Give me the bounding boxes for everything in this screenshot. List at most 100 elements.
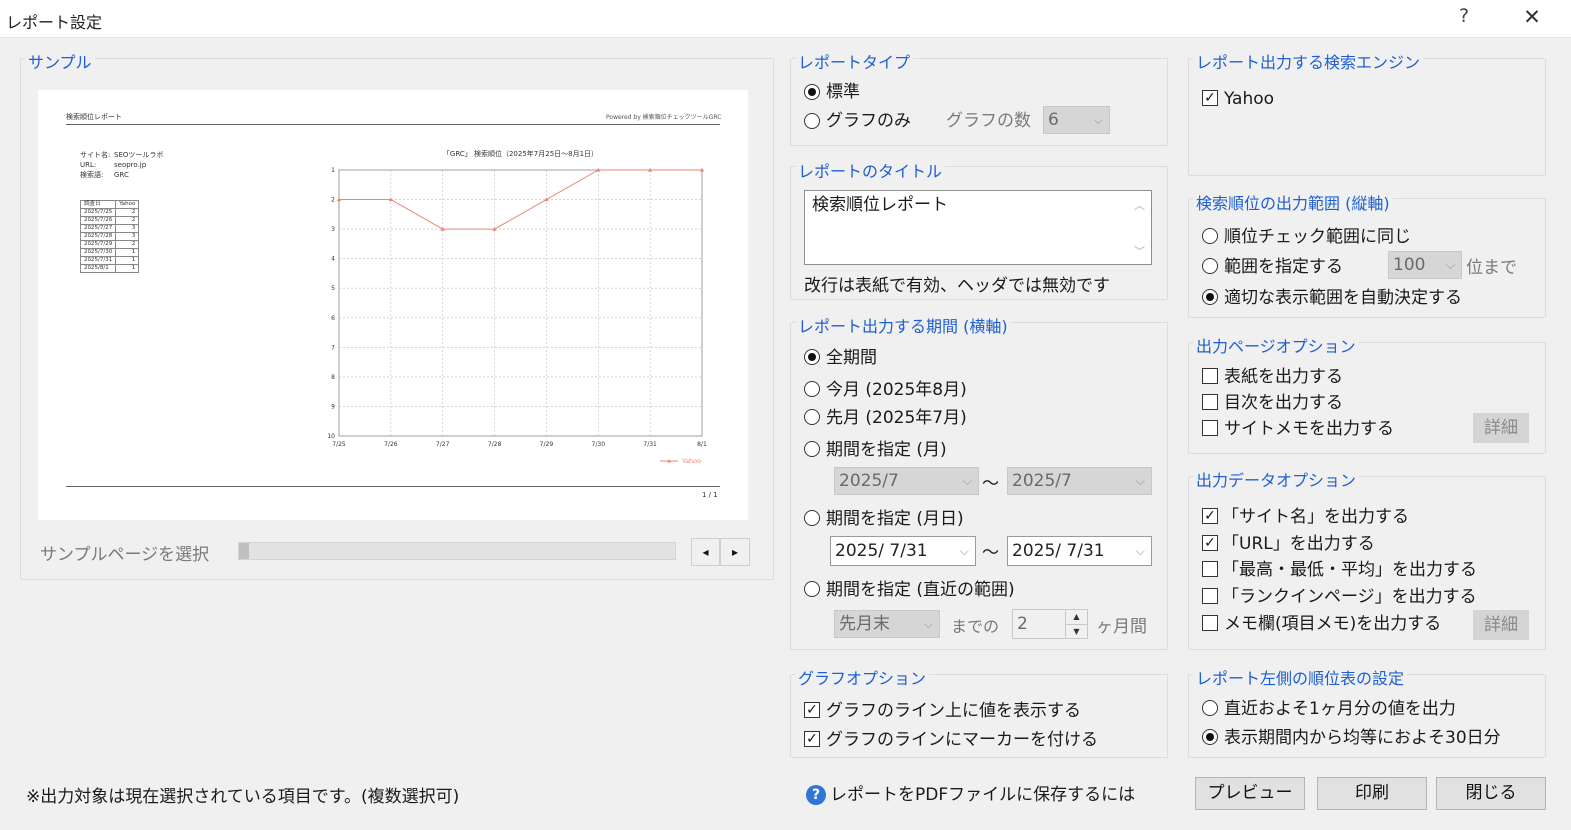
chevron-down-icon: ⌵ (1135, 544, 1145, 558)
chevron-down-icon: ⌵ (923, 617, 933, 631)
graph-only-label: グラフのみ (826, 111, 911, 131)
mini-table-row: 2025/7/30 1 (79, 248, 140, 257)
mini-table-header: Yahoo (115, 200, 140, 209)
radio-by-day[interactable] (804, 510, 820, 526)
month-to-select[interactable]: 2025/7 ⌵ (1007, 467, 1152, 495)
preview-button[interactable]: プレビュー (1195, 777, 1305, 810)
sample-prev-button[interactable]: ◂ (691, 538, 720, 566)
mini-table-cell: 1 (115, 256, 140, 265)
stepper-up-icon[interactable]: ▲ (1065, 610, 1087, 624)
title-bar: レポート設定 ? ✕ (0, 0, 1571, 38)
pdf-help-link[interactable]: レポートをPDFファイルに保存するには (830, 784, 1135, 806)
scroll-down-icon[interactable]: ﹀ (1134, 243, 1145, 259)
y-tick-label: 1 (331, 167, 335, 174)
checkbox-show-values[interactable]: ✓ (804, 702, 820, 718)
chart-title: 「GRC」 検索順位（2025年7月25日～8月1日） (443, 149, 598, 158)
scroll-up-icon[interactable]: ︿ (1134, 197, 1145, 213)
y-tick-label: 4 (331, 256, 335, 263)
page-options-label: 出力ページオプション (1193, 337, 1359, 357)
mini-table-header: 調査日 (79, 200, 117, 209)
print-button[interactable]: 印刷 (1317, 777, 1427, 810)
rank-auto-label: 適切な表示範囲を自動決定する (1224, 288, 1462, 308)
stepper-down-icon[interactable]: ▼ (1065, 624, 1087, 638)
rank-same-label: 順位チェック範囲に同じ (1224, 227, 1411, 247)
month-tilde: ～ (982, 474, 999, 494)
toc-label: 目次を出力する (1224, 393, 1343, 413)
data-detail-button[interactable]: 詳細 (1473, 610, 1529, 640)
rank-unit-label: 位まで (1466, 258, 1517, 278)
mini-table-header-row: 調査日 Yahoo (79, 200, 140, 209)
y-tick-label: 7 (331, 344, 335, 351)
show-values-label: グラフのライン上に値を表示する (826, 701, 1081, 721)
mini-table-cell: 2025/7/28 (79, 232, 117, 241)
checkbox-memo[interactable] (1202, 615, 1218, 631)
report-title-label: レポートのタイトル (795, 162, 946, 182)
y-tick-label: 8 (331, 374, 335, 381)
help-icon[interactable]: ? (1452, 5, 1476, 27)
scrollbar-thumb[interactable] (239, 543, 249, 559)
radio-even-30[interactable] (1202, 729, 1218, 745)
period-label: レポート出力する期間 (横軸) (795, 317, 1011, 337)
recent-base-select[interactable]: 先月末 ⌵ (834, 610, 940, 638)
checkbox-show-markers[interactable]: ✓ (804, 731, 820, 747)
month-from-select[interactable]: 2025/7 ⌵ (834, 467, 979, 495)
radio-graph-only[interactable] (804, 113, 820, 129)
checkbox-site-name[interactable]: ✓ (1202, 508, 1218, 524)
page-detail-button[interactable]: 詳細 (1473, 413, 1529, 443)
checkbox-cover[interactable] (1202, 368, 1218, 384)
mini-table-cell: 2025/7/25 (79, 208, 117, 217)
mini-table-cell: 2 (115, 208, 140, 217)
help-circle-icon[interactable]: ? (806, 785, 826, 805)
radio-all-period[interactable] (804, 349, 820, 365)
preview-footer-line (66, 486, 720, 487)
radio-rank-same[interactable] (1202, 228, 1218, 244)
checkbox-url[interactable]: ✓ (1202, 535, 1218, 551)
graph-count-select[interactable]: 6 ⌵ (1043, 106, 1110, 134)
radio-recent[interactable] (804, 581, 820, 597)
mini-table-row: 2025/7/29 2 (79, 240, 140, 249)
high-low-avg-label: 「最高・最低・平均」を出力する (1222, 560, 1477, 580)
mini-table-row: 2025/7/31 1 (79, 256, 140, 265)
day-from-picker[interactable]: 2025/ 7/31 ⌵ (830, 536, 976, 566)
rank-specify-select[interactable]: 100 ⌵ (1388, 251, 1462, 279)
radio-rank-auto[interactable] (1202, 289, 1218, 305)
mini-table-cell: 1 (115, 248, 140, 257)
y-tick-label: 6 (331, 315, 335, 322)
checkbox-site-memo[interactable] (1202, 420, 1218, 436)
sample-page-scrollbar[interactable] (238, 542, 676, 560)
radio-by-month[interactable] (804, 441, 820, 457)
report-title-textarea[interactable]: 検索順位レポート ︿ ﹀ (804, 190, 1152, 265)
url-label: 「URL」を出力する (1222, 534, 1375, 554)
checkbox-yahoo[interactable]: ✓ (1202, 90, 1218, 106)
checkbox-rank-in-page[interactable] (1202, 588, 1218, 604)
close-icon[interactable]: ✕ (1518, 5, 1546, 29)
mini-table-cell: 2025/7/26 (79, 216, 117, 225)
x-tick-label: 7/26 (384, 441, 398, 448)
mini-table-row: 2025/7/25 2 (79, 208, 140, 217)
x-tick-label: 7/28 (488, 441, 502, 448)
engines-label: レポート出力する検索エンジン (1193, 53, 1424, 73)
mini-table-cell: 2 (115, 216, 140, 225)
title-note: 改行は表紙で有効、ヘッダでは無効です (804, 276, 1110, 296)
radio-standard[interactable] (804, 84, 820, 100)
checkbox-toc[interactable] (1202, 394, 1218, 410)
radio-recent-month[interactable] (1202, 700, 1218, 716)
mini-table-cell: 2025/7/29 (79, 240, 117, 249)
radio-this-month[interactable] (804, 381, 820, 397)
sample-next-button[interactable]: ▸ (720, 538, 750, 566)
show-markers-label: グラフのラインにマーカーを付ける (826, 730, 1098, 750)
mini-table-cell: 2025/8/1 (79, 264, 117, 273)
radio-last-month[interactable] (804, 409, 820, 425)
x-tick-label: 7/29 (540, 441, 554, 448)
months-stepper[interactable]: 2 ▲ ▼ (1012, 609, 1088, 639)
standard-label: 標準 (826, 82, 860, 102)
site-memo-label: サイトメモを出力する (1224, 419, 1394, 439)
legend-label: Yahoo (681, 457, 701, 465)
radio-rank-specify[interactable] (1202, 258, 1218, 274)
close-button[interactable]: 閉じる (1436, 777, 1546, 810)
y-tick-label: 10 (327, 433, 335, 440)
footer-note: ※出力対象は現在選択されている項目です。(複数選択可) (26, 787, 460, 807)
yahoo-label: Yahoo (1224, 89, 1275, 109)
checkbox-high-low-avg[interactable] (1202, 561, 1218, 577)
day-to-picker[interactable]: 2025/ 7/31 ⌵ (1007, 536, 1152, 566)
